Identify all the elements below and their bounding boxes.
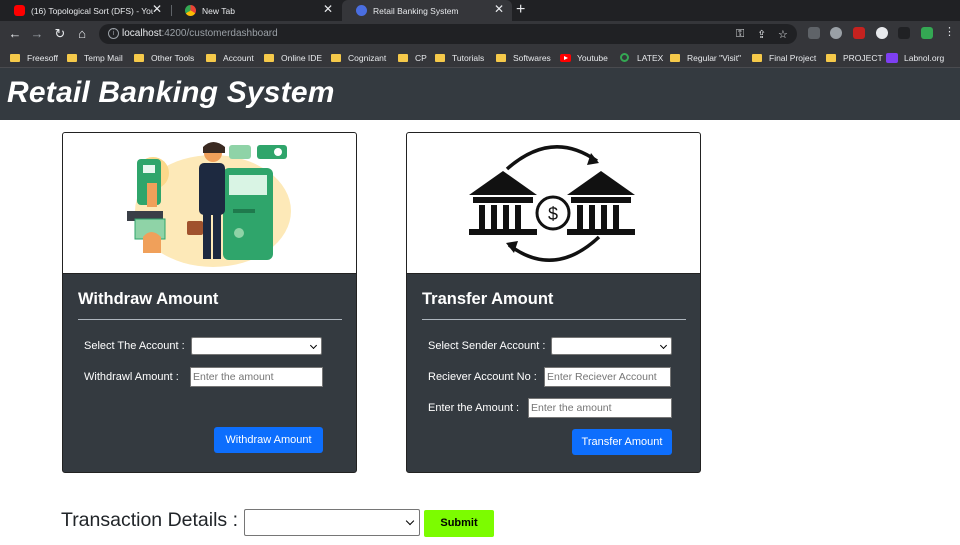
app-icon	[356, 5, 367, 16]
withdraw-amount-input[interactable]	[190, 367, 323, 387]
tab-new-tab[interactable]: New Tab ✕	[171, 0, 341, 21]
site-info-icon[interactable]: i	[108, 28, 119, 39]
bookmark-labnol[interactable]: Labnol.org	[886, 51, 944, 64]
bookmark-temp-mail[interactable]: Temp Mail	[67, 51, 123, 64]
labnol-icon	[886, 52, 898, 63]
bookmark-other-tools[interactable]: Other Tools	[134, 51, 194, 64]
atm-illustration-icon	[127, 142, 291, 267]
transfer-amount-input[interactable]	[528, 398, 672, 418]
tab-youtube[interactable]: (16) Topological Sort (DFS) - YouTube ✕	[0, 0, 170, 21]
chrome-icon	[185, 5, 196, 16]
transaction-details-label: Transaction Details :	[61, 509, 239, 531]
withdraw-amount-label: Withdrawl Amount :	[84, 371, 179, 383]
transfer-card: $ Transfer Amount Select Sender Account …	[406, 132, 701, 473]
key-icon[interactable]: ⚿	[736, 28, 744, 41]
extension-icon[interactable]	[898, 27, 910, 39]
submit-button[interactable]: Submit	[424, 510, 494, 537]
transfer-heading: Transfer Amount	[422, 290, 554, 308]
close-icon[interactable]: ✕	[494, 2, 504, 16]
tab-title: Retail Banking System	[373, 5, 459, 16]
tab-title: (16) Topological Sort (DFS) - YouTube	[31, 5, 153, 16]
close-icon[interactable]: ✕	[323, 2, 333, 16]
withdraw-heading: Withdraw Amount	[78, 290, 219, 308]
folder-icon	[134, 53, 144, 62]
folder-icon	[264, 53, 274, 62]
bookmark-final-project[interactable]: Final Project	[752, 51, 816, 64]
home-icon[interactable]: ⌂	[73, 25, 91, 43]
extension-icon[interactable]	[921, 27, 933, 39]
forward-icon[interactable]: →	[28, 25, 46, 43]
tab-retail-banking[interactable]: Retail Banking System ✕	[342, 0, 512, 21]
bookmark-freesoff[interactable]: Freesoff	[10, 51, 58, 64]
folder-icon	[206, 53, 216, 62]
close-icon[interactable]: ✕	[152, 2, 162, 16]
bookmark-online-ide[interactable]: Online IDE	[264, 51, 322, 64]
extension-icon[interactable]	[830, 27, 842, 39]
withdraw-account-select[interactable]	[191, 337, 322, 355]
menu-icon[interactable]: ⋮	[944, 25, 955, 38]
back-icon[interactable]: ←	[6, 25, 24, 43]
transfer-amount-label: Enter the Amount :	[428, 402, 520, 414]
folder-icon	[670, 53, 680, 62]
bookmarks-bar: Freesoff Temp Mail Other Tools Account O…	[0, 47, 960, 68]
folder-icon	[67, 53, 77, 62]
star-icon[interactable]: ☆	[778, 28, 788, 41]
youtube-icon	[14, 5, 25, 16]
bookmark-cp[interactable]: CP	[398, 51, 427, 64]
extension-icon[interactable]	[808, 27, 820, 39]
tab-title: New Tab	[202, 5, 235, 16]
browser-toolbar: ← → ↻ ⌂ i localhost:4200/customerdashboa…	[0, 21, 960, 47]
divider	[422, 319, 686, 320]
bookmark-cognizant[interactable]: Cognizant	[331, 51, 386, 64]
youtube-icon	[560, 53, 571, 62]
bookmark-project[interactable]: PROJECT	[826, 51, 883, 64]
bookmark-youtube[interactable]: Youtube	[560, 51, 608, 64]
sender-account-label: Select Sender Account :	[428, 340, 546, 352]
url-text: localhost:4200/customerdashboard	[122, 28, 278, 39]
ublock-icon[interactable]	[853, 27, 865, 39]
withdraw-card: Withdraw Amount Select The Account : Wit…	[62, 132, 357, 473]
folder-icon	[752, 53, 762, 62]
bookmark-softwares[interactable]: Softwares	[496, 51, 551, 64]
withdraw-button[interactable]: Withdraw Amount	[214, 427, 323, 453]
folder-icon	[398, 53, 408, 62]
app-header: Retail Banking System	[0, 68, 960, 120]
share-icon[interactable]: ⇪	[757, 28, 766, 41]
bank-transfer-illustration: $	[407, 133, 700, 274]
sender-account-select[interactable]	[551, 337, 672, 355]
receiver-account-input[interactable]	[544, 367, 671, 387]
bookmark-regular-visit[interactable]: Regular "Visit"	[670, 51, 741, 64]
divider	[78, 319, 342, 320]
reload-icon[interactable]: ↻	[51, 25, 69, 43]
atm-illustration	[63, 133, 356, 274]
new-tab-button[interactable]: +	[516, 0, 525, 20]
bookmark-account[interactable]: Account	[206, 51, 254, 64]
extension-icon[interactable]	[876, 27, 888, 39]
address-bar[interactable]: i localhost:4200/customerdashboard ⚿ ⇪ ☆	[99, 24, 797, 44]
bank-transfer-icon: $	[469, 145, 635, 262]
transaction-details-select[interactable]	[244, 509, 420, 536]
bookmark-tutorials[interactable]: Tutorials	[435, 51, 484, 64]
select-account-label: Select The Account :	[84, 340, 185, 352]
folder-icon	[826, 53, 836, 62]
app-title: Retail Banking System	[7, 76, 335, 109]
bookmark-latex[interactable]: LATEX	[620, 51, 663, 64]
folder-icon	[435, 53, 445, 62]
transfer-button[interactable]: Transfer Amount	[572, 429, 672, 455]
folder-icon	[10, 53, 20, 62]
folder-icon	[331, 53, 341, 62]
folder-icon	[496, 53, 506, 62]
svg-text:$: $	[548, 204, 558, 224]
receiver-account-label: Reciever Account No :	[428, 371, 537, 383]
latex-icon	[620, 53, 629, 62]
tab-strip: (16) Topological Sort (DFS) - YouTube ✕ …	[0, 0, 960, 21]
